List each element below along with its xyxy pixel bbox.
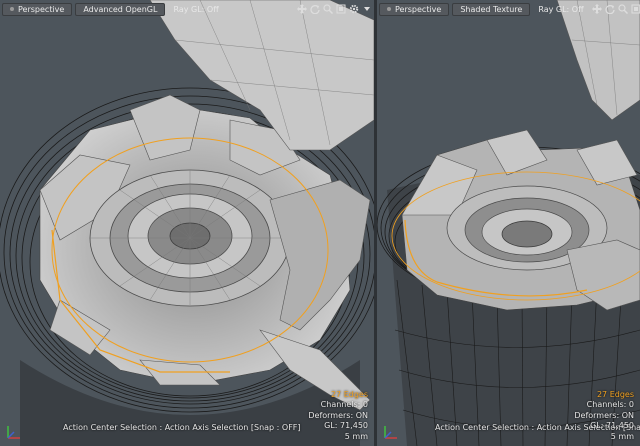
right-3d-scene[interactable]	[377, 0, 640, 446]
move-icon[interactable]	[592, 4, 603, 15]
axis-gizmo-icon	[384, 426, 397, 439]
raygl-button[interactable]: Ray GL: Off	[168, 3, 223, 16]
shading-mode-button[interactable]: Advanced OpenGL	[75, 2, 166, 16]
right-viewport-header: Perspective Shaded Texture Ray GL: Off	[379, 2, 640, 16]
gl-poly-count: GL: 71,450	[324, 421, 368, 430]
shading-mode-button[interactable]: Shaded Texture	[452, 2, 531, 16]
view-mode-button[interactable]: Perspective	[2, 2, 73, 16]
viewport-hud: 27 Edges Channels: 0 Deformers: ON GL: 7…	[308, 390, 368, 443]
viewport-hud: 27 Edges Channels: 0 Deformers: ON GL: 7…	[574, 390, 634, 443]
left-viewport[interactable]: Perspective Advanced OpenGL Ray GL: Off …	[0, 0, 374, 446]
view-mode-label: Perspective	[18, 4, 65, 14]
channels-info: Channels: 0	[320, 400, 368, 409]
right-viewport[interactable]: Perspective Shaded Texture Ray GL: Off A…	[377, 0, 640, 446]
gl-poly-count: GL: 71,450	[590, 421, 634, 430]
dropdown-dot-icon	[10, 7, 14, 11]
viewport-nav-icons	[296, 4, 372, 15]
fit-icon[interactable]	[335, 4, 346, 15]
left-3d-scene[interactable]	[0, 0, 374, 446]
dropdown-dot-icon	[387, 7, 391, 11]
left-viewport-header: Perspective Advanced OpenGL Ray GL: Off	[2, 2, 372, 16]
rotate-icon[interactable]	[605, 4, 616, 15]
shading-mode-label: Advanced OpenGL	[83, 4, 158, 14]
view-mode-button[interactable]: Perspective	[379, 2, 450, 16]
raygl-button[interactable]: Ray GL: Off	[533, 3, 588, 16]
settings-icon[interactable]	[348, 4, 359, 15]
grid-scale: 5 mm	[344, 431, 368, 441]
shading-mode-label: Shaded Texture	[460, 4, 523, 14]
view-mode-label: Perspective	[395, 4, 442, 14]
raygl-label: Ray GL: Off	[538, 4, 584, 14]
channels-info: Channels: 0	[586, 400, 634, 409]
zoom-icon[interactable]	[618, 4, 629, 15]
viewport-nav-icons	[592, 4, 640, 15]
selection-count: 27 Edges	[330, 389, 368, 399]
deformers-info: Deformers: ON	[574, 410, 634, 420]
selection-count: 27 Edges	[596, 389, 634, 399]
status-line: Action Center Selection : Action Axis Se…	[63, 423, 301, 432]
grid-scale: 5 mm	[610, 431, 634, 441]
raygl-label: Ray GL: Off	[173, 4, 219, 14]
move-icon[interactable]	[296, 4, 307, 15]
dropdown-icon[interactable]	[361, 4, 372, 15]
deformers-info: Deformers: ON	[308, 410, 368, 420]
rotate-icon[interactable]	[309, 4, 320, 15]
zoom-icon[interactable]	[322, 4, 333, 15]
fit-icon[interactable]	[631, 4, 640, 15]
axis-gizmo-icon	[7, 426, 20, 439]
